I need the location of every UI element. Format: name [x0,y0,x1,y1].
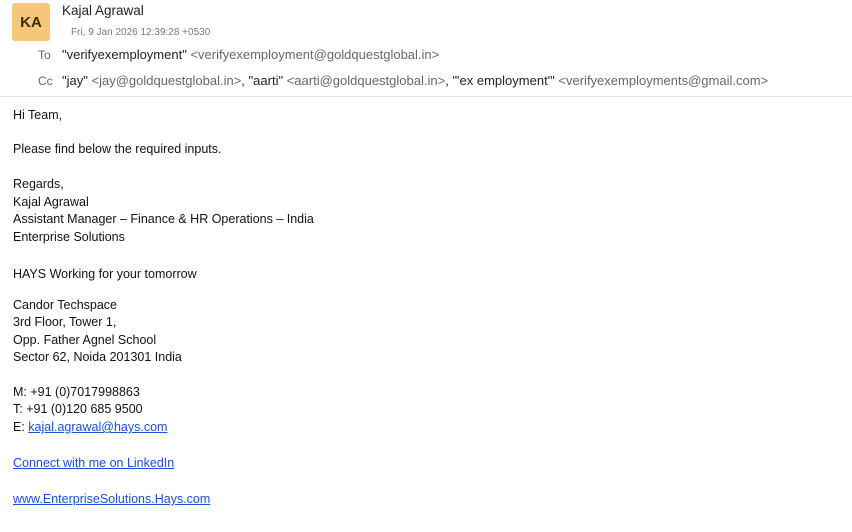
address-line: 3rd Floor, Tower 1, [13,315,117,329]
to-recipient[interactable]: "verifyexemployment" <verifyexemployment… [62,47,439,62]
regards: Regards, [13,177,64,191]
email-link[interactable]: kajal.agrawal@hays.com [28,420,167,434]
signature-department: Enterprise Solutions [13,230,125,244]
greeting: Hi Team, [13,108,63,122]
website-link[interactable]: www.EnterpriseSolutions.Hays.com [13,491,210,507]
to-label: To [38,48,51,62]
recipient-name: "verifyexemployment" [62,47,187,62]
signature-title: Assistant Manager – Finance & HR Operati… [13,212,314,226]
to-recipients: "verifyexemployment" <verifyexemployment… [62,46,439,64]
cc-recipient[interactable]: "aarti" <aarti@goldquestglobal.in>, [249,73,453,88]
recipient-name: "aarti" [248,73,284,88]
recipient-address: <verifyexemployments@gmail.com> [558,73,769,88]
email-view: KA Kajal Agrawal Fri, 9 Jan 2026 12:39:2… [0,0,852,532]
recipient-address: <aarti@goldquestglobal.in> [286,73,446,88]
phone-number: T: +91 (0)120 685 9500 [13,402,143,416]
recipient-address: <verifyexemployment@goldquestglobal.in> [190,47,440,62]
cc-recipient[interactable]: "jay" <jay@goldquestglobal.in>, [62,73,249,88]
recipient-separator: , [445,73,449,88]
recipient-separator: , [241,73,245,88]
header-divider [0,96,852,97]
recipient-address: <jay@goldquestglobal.in> [91,73,242,88]
sender-avatar: KA [12,3,50,41]
sent-date: Fri, 9 Jan 2026 12:39:28 +0530 [71,27,211,38]
email-prefix: E: [13,420,29,434]
sender-name[interactable]: Kajal Agrawal [62,3,144,18]
email-line: E: kajal.agrawal@hays.com [13,419,167,435]
cc-recipient[interactable]: "'ex employment'" <verifyexemployments@g… [452,73,768,88]
address-line: Sector 62, Noida 201301 India [13,350,182,364]
cc-recipients: "jay" <jay@goldquestglobal.in>, "aarti" … [62,72,768,90]
address-line: Candor Techspace [13,298,118,312]
mobile-number: M: +91 (0)7017998863 [13,385,140,399]
signature-name: Kajal Agrawal [13,195,89,209]
address-line: Opp. Father Agnel School [13,333,157,347]
recipient-name: "jay" [62,73,88,88]
company-tagline: HAYS Working for your tomorrow [13,267,197,281]
linkedin-link[interactable]: Connect with me on LinkedIn [13,455,174,471]
message-text: Please find below the required inputs. [13,142,222,156]
cc-label: Cc [38,74,53,88]
recipient-name: "'ex employment'" [452,73,555,88]
